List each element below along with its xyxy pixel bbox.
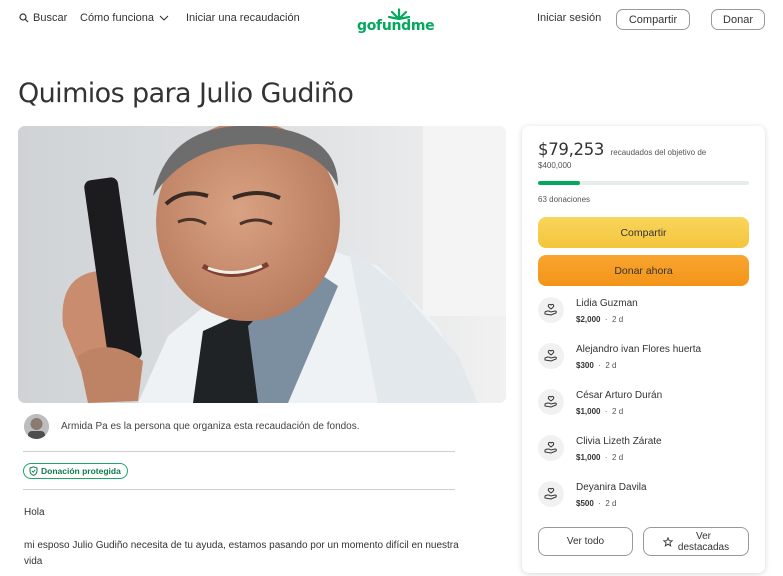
donor-meta: $2,000 · 2 d xyxy=(576,315,624,324)
donor-item: Lidia Guzman $2,000 · 2 d xyxy=(538,294,753,340)
donor-meta: $1,000 · 2 d xyxy=(576,407,624,416)
see-top-label-line2: destacadas xyxy=(677,541,730,553)
donor-meta: $300 · 2 d xyxy=(576,361,617,370)
search-label: Buscar xyxy=(33,12,68,24)
donor-item: Deyanira Davila $500 · 2 d xyxy=(538,478,753,524)
donor-item: Alejandro ivan Flores huerta $300 · 2 d xyxy=(538,340,753,386)
donor-time: 2 d xyxy=(612,407,624,416)
how-it-works-label: Cómo funciona xyxy=(80,12,154,24)
donation-hand-icon xyxy=(538,435,564,461)
see-top-label-line1: Ver xyxy=(695,530,711,542)
donor-meta: $500 · 2 d xyxy=(576,499,617,508)
campaign-photo[interactable] xyxy=(18,126,506,403)
goal-amount: $400,000 xyxy=(538,161,572,170)
star-icon xyxy=(662,536,673,547)
donation-hand-icon xyxy=(538,343,564,369)
donations-count: 63 donaciones xyxy=(538,195,591,204)
share-button[interactable]: Compartir xyxy=(538,217,749,248)
top-nav: Buscar Cómo funciona Iniciar una recauda… xyxy=(0,0,783,40)
shield-icon xyxy=(29,466,38,476)
donor-name: Deyanira Davila xyxy=(576,482,647,493)
story-paragraph: Hola xyxy=(24,507,45,518)
story-paragraph: mi esposo Julio Gudiño necesita de tu ay… xyxy=(24,540,459,567)
see-top-label: Ver destacadas xyxy=(678,531,729,553)
raised-label: recaudados del objetivo de xyxy=(610,148,707,157)
donor-time: 2 d xyxy=(605,499,617,508)
see-top-button[interactable]: Ver destacadas xyxy=(643,527,749,556)
badge-label: Donación protegida xyxy=(41,466,121,476)
donor-amount: $1,000 xyxy=(576,407,601,416)
raised-summary: $79,253 recaudados del objetivo de xyxy=(538,140,706,160)
donor-name: Alejandro ivan Flores huerta xyxy=(576,344,702,355)
donor-name: César Arturo Durán xyxy=(576,390,663,401)
donation-hand-icon xyxy=(538,389,564,415)
gofundme-logo[interactable]: gofundme xyxy=(357,8,435,34)
donor-amount: $2,000 xyxy=(576,315,601,324)
raised-amount: $79,253 xyxy=(538,140,605,159)
donor-amount: $500 xyxy=(576,499,594,508)
donor-time: 2 d xyxy=(612,453,624,462)
donor-time: 2 d xyxy=(612,315,624,324)
search-link[interactable]: Buscar xyxy=(19,12,67,24)
donor-item: César Arturo Durán $1,000 · 2 d xyxy=(538,386,753,432)
header-share-button[interactable]: Compartir xyxy=(616,9,690,30)
donor-name: Clivia Lizeth Zárate xyxy=(576,436,662,447)
donation-hand-icon xyxy=(538,481,564,507)
header-donate-button[interactable]: Donar xyxy=(711,9,765,30)
progress-bar xyxy=(538,181,749,185)
divider xyxy=(23,489,455,490)
organizer-text: Armida Pa es la persona que organiza est… xyxy=(61,421,360,432)
chevron-down-icon xyxy=(159,15,169,21)
start-fundraiser-link[interactable]: Iniciar una recaudación xyxy=(186,12,300,24)
login-link[interactable]: Iniciar sesión xyxy=(537,12,601,24)
donor-amount: $300 xyxy=(576,361,594,370)
organizer-avatar[interactable] xyxy=(24,414,49,439)
see-all-button[interactable]: Ver todo xyxy=(538,527,633,556)
divider xyxy=(23,451,455,452)
donor-meta: $1,000 · 2 d xyxy=(576,453,624,462)
search-icon xyxy=(19,13,29,23)
donor-name: Lidia Guzman xyxy=(576,298,638,309)
donation-hand-icon xyxy=(538,297,564,323)
progress-fill xyxy=(538,181,580,185)
donation-card: $79,253 recaudados del objetivo de $400,… xyxy=(522,126,765,573)
donor-amount: $1,000 xyxy=(576,453,601,462)
protected-donation-badge[interactable]: Donación protegida xyxy=(23,463,128,479)
donor-item: Clivia Lizeth Zárate $1,000 · 2 d xyxy=(538,432,753,478)
page-title: Quimios para Julio Gudiño xyxy=(18,78,354,109)
how-it-works-menu[interactable]: Cómo funciona xyxy=(80,12,170,24)
organizer-row: Armida Pa es la persona que organiza est… xyxy=(24,414,360,439)
donor-time: 2 d xyxy=(605,361,617,370)
logo-text: gofundme xyxy=(357,18,435,34)
donate-now-button[interactable]: Donar ahora xyxy=(538,255,749,286)
donor-list: Lidia Guzman $2,000 · 2 d Alejandro ivan… xyxy=(538,294,753,524)
